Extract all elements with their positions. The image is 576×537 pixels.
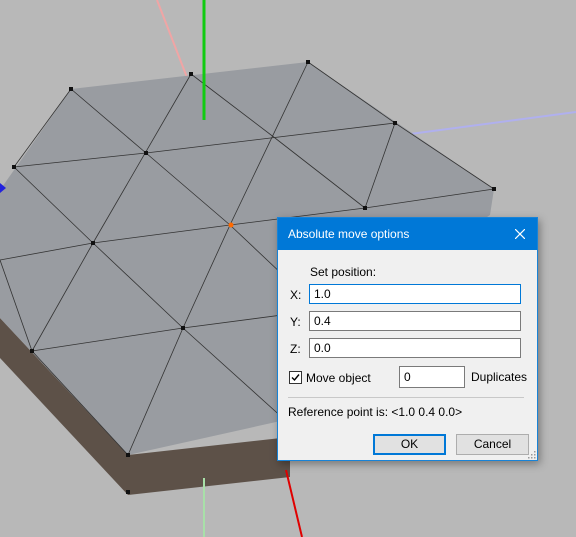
z-label: Z: [290,342,301,356]
close-icon [515,229,525,239]
checkmark-icon [291,374,300,382]
x-position-field[interactable] [309,284,521,304]
resize-grip-icon[interactable] [526,449,536,459]
y-position-field[interactable] [309,311,521,331]
duplicates-label: Duplicates [471,370,528,384]
ok-button[interactable]: OK [373,434,446,455]
z-position-field[interactable] [309,338,521,358]
absolute-move-dialog: Absolute move options Set position: X: Y… [277,217,538,461]
x-label: X: [290,288,302,302]
dialog-titlebar[interactable]: Absolute move options [278,218,537,250]
close-button[interactable] [503,218,537,250]
reference-point-text: Reference point is: <1.0 0.4 0.0> [288,405,463,419]
dialog-title: Absolute move options [288,227,410,241]
move-object-label[interactable]: Move object [306,371,371,385]
divider [288,397,524,398]
reference-point-marker [228,222,234,228]
y-label: Y: [290,315,301,329]
set-position-label: Set position: [310,265,377,279]
move-object-checkbox[interactable] [289,371,302,384]
cancel-button[interactable]: Cancel [456,434,529,455]
duplicates-field[interactable] [399,366,465,388]
